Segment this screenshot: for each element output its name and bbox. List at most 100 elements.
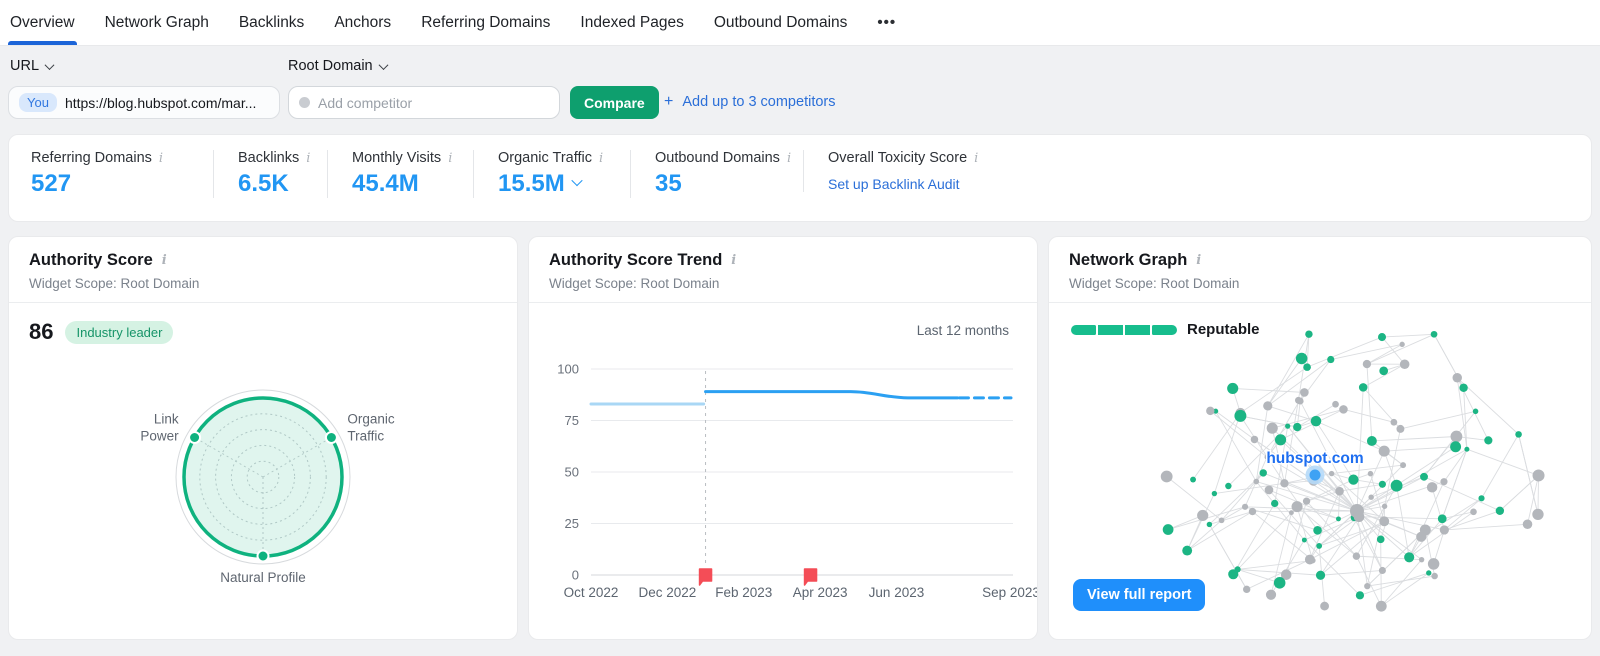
network-node[interactable] [1348,474,1358,484]
network-node[interactable] [1225,483,1231,489]
network-node[interactable] [1228,569,1238,579]
network-node[interactable] [1416,532,1426,542]
info-icon[interactable]: i [599,151,603,166]
tab-network-graph[interactable]: Network Graph [105,0,209,45]
network-node[interactable] [1313,526,1322,535]
network-node[interactable] [1197,510,1208,521]
network-node[interactable] [1310,558,1316,564]
info-icon[interactable]: i [306,151,310,166]
network-node[interactable] [1260,469,1267,476]
network-node[interactable] [1391,480,1403,492]
network-node[interactable] [1329,471,1334,476]
network-node[interactable] [1303,363,1311,371]
tab-overview[interactable]: Overview [10,0,75,45]
metric-value[interactable]: 6.5K [238,170,303,198]
network-node[interactable] [1473,409,1479,415]
tab-anchors[interactable]: Anchors [334,0,391,45]
network-node[interactable] [1426,570,1431,575]
network-node[interactable] [1300,388,1309,397]
tab-referring-domains[interactable]: Referring Domains [421,0,550,45]
network-node[interactable] [1391,419,1398,426]
network-node[interactable] [1289,510,1294,515]
network-node[interactable] [1364,583,1370,589]
network-node[interactable] [1316,543,1322,549]
network-node[interactable] [1532,509,1543,520]
network-node[interactable] [1219,517,1225,523]
network-node[interactable] [1363,360,1371,368]
info-icon[interactable]: i [162,253,167,268]
network-node[interactable] [1292,501,1303,512]
network-node[interactable] [1533,469,1545,481]
network-node[interactable] [1297,398,1304,405]
network-node[interactable] [1267,423,1278,434]
network-node[interactable] [1400,462,1406,468]
network-node[interactable] [1305,330,1312,337]
network-node[interactable] [1285,424,1290,429]
network-node[interactable] [1212,491,1217,496]
network-node[interactable] [1431,331,1438,338]
network-node[interactable] [1336,516,1341,521]
metric-value[interactable]: 527 [31,170,189,198]
network-node[interactable] [1302,538,1307,543]
your-domain-input[interactable]: You https://blog.hubspot.com/mar... [8,86,280,119]
network-node[interactable] [1163,524,1174,535]
info-icon[interactable]: i [159,151,163,166]
network-node[interactable] [1379,446,1390,457]
network-node[interactable] [1496,507,1504,515]
network-node[interactable] [1266,590,1276,600]
network-node[interactable] [1339,405,1348,414]
network-node[interactable] [1379,567,1386,574]
network-node[interactable] [1335,487,1344,496]
network-node[interactable] [1382,504,1387,509]
network-node[interactable] [1227,383,1238,394]
info-icon[interactable]: i [1196,253,1201,268]
network-node[interactable] [1332,401,1339,408]
root-domain-dropdown[interactable]: Root Domain [288,58,387,74]
network-node[interactable] [1427,482,1437,492]
network-node[interactable] [1296,353,1307,364]
network-node[interactable] [1376,601,1387,612]
setup-backlink-audit-link[interactable]: Set up Backlink Audit [828,176,978,192]
network-node[interactable] [1484,436,1492,444]
network-node[interactable] [1353,552,1360,559]
center-domain-node[interactable] [1310,470,1321,481]
network-node[interactable] [1451,431,1463,443]
network-node[interactable] [1265,486,1274,495]
network-node[interactable] [1478,495,1484,501]
metric-value[interactable]: 45.4M [352,170,449,198]
compare-button[interactable]: Compare [570,86,659,119]
network-node[interactable] [1440,478,1447,485]
network-node[interactable] [1249,508,1256,515]
network-node[interactable] [1207,522,1212,527]
network-node[interactable] [1251,436,1258,443]
network-node[interactable] [1404,552,1414,562]
network-node[interactable] [1320,602,1329,611]
network-node[interactable] [1379,366,1388,375]
info-icon[interactable]: i [731,253,736,268]
url-scope-dropdown[interactable]: URL [10,58,53,74]
info-icon[interactable]: i [787,151,791,166]
network-node[interactable] [1303,498,1310,505]
network-node[interactable] [1378,333,1386,341]
network-node[interactable] [1515,431,1522,438]
network-node[interactable] [1459,384,1467,392]
network-node[interactable] [1327,356,1334,363]
add-competitor-input[interactable]: Add competitor [288,86,560,119]
network-node[interactable] [1206,407,1214,415]
network-node[interactable] [1400,359,1410,369]
network-node[interactable] [1464,447,1469,452]
network-node[interactable] [1293,423,1301,431]
network-node[interactable] [1523,519,1533,529]
network-node[interactable] [1182,546,1192,556]
network-node[interactable] [1379,516,1389,526]
network-node[interactable] [1396,425,1404,433]
network-node[interactable] [1399,342,1404,347]
network-node[interactable] [1377,536,1385,544]
network-node[interactable] [1234,410,1246,422]
network-node[interactable] [1316,571,1325,580]
network-node[interactable] [1428,558,1439,569]
network-node[interactable] [1470,509,1477,516]
network-node[interactable] [1263,401,1272,410]
add-competitors-link[interactable]: + Add up to 3 competitors [664,93,836,111]
network-node[interactable] [1280,479,1288,487]
